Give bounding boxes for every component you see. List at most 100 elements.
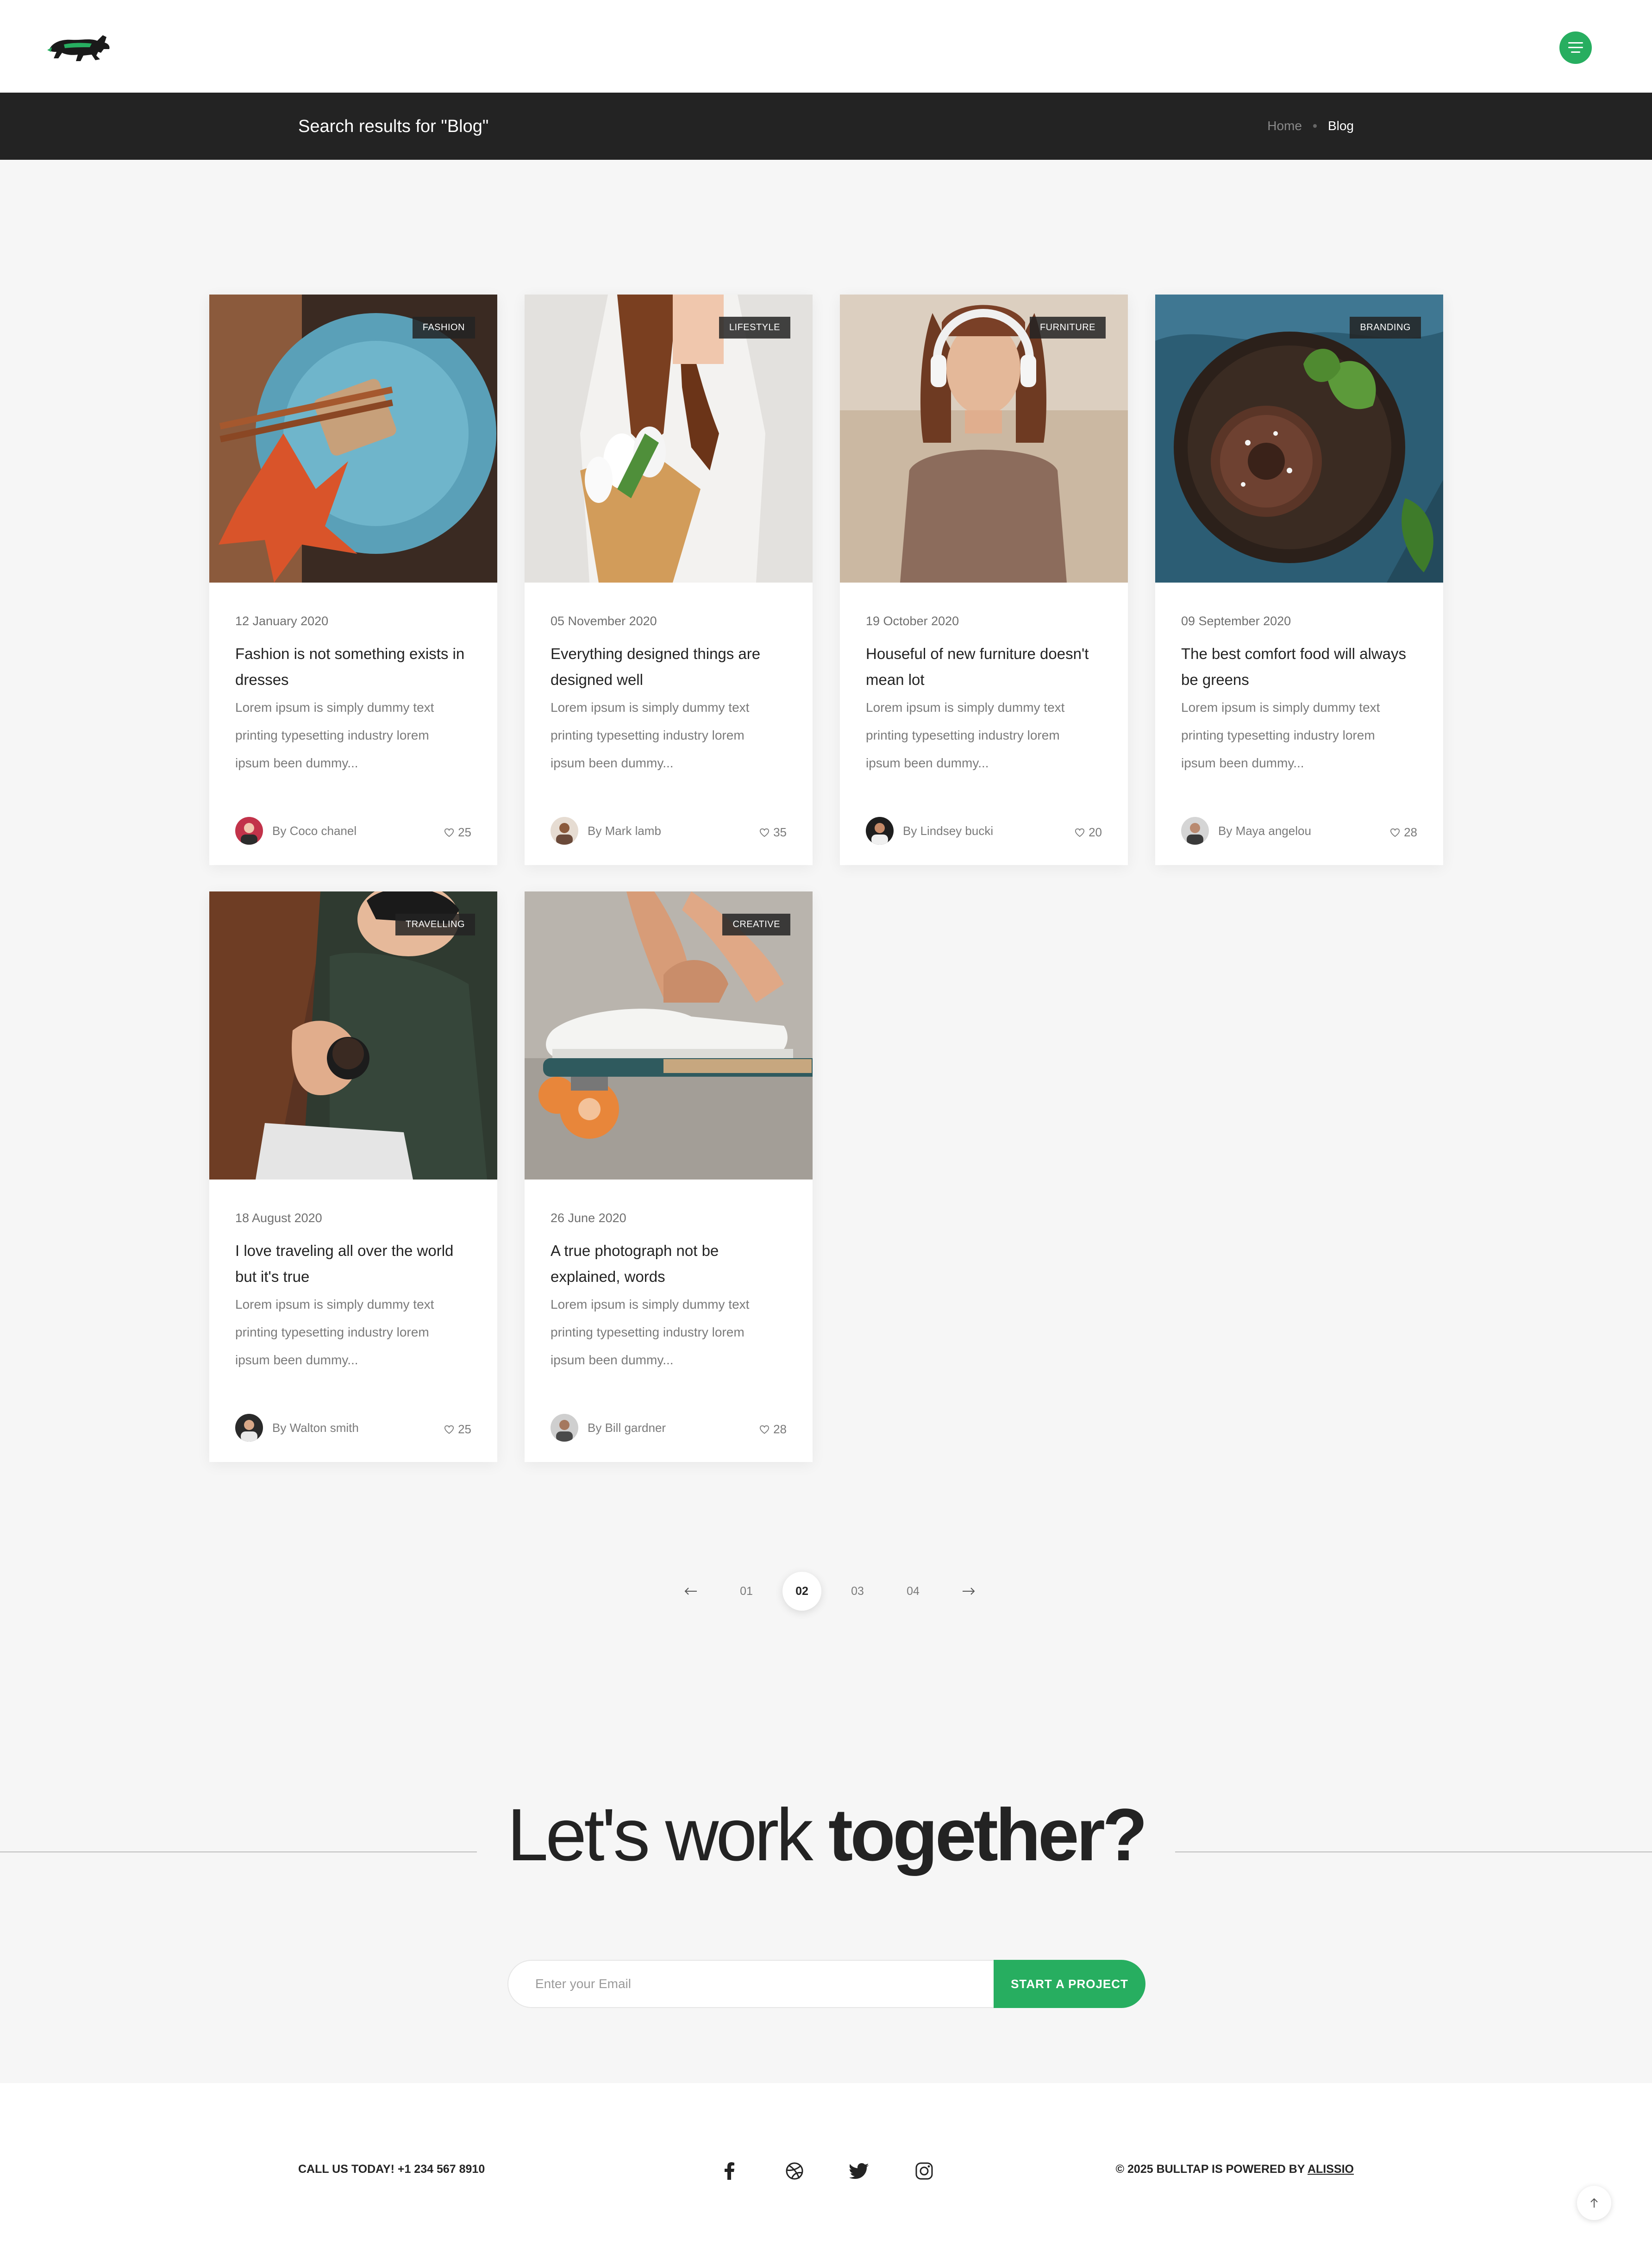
post-author[interactable]: By Maya angelou [1181,817,1311,845]
post-title[interactable]: I love traveling all over the world but … [235,1238,476,1290]
card-image[interactable]: FURNITURE [840,295,1128,583]
post-date: 12 January 2020 [235,614,329,628]
likes-count[interactable]: 25 [444,1422,471,1437]
post-excerpt: Lorem ipsum is simply dummy text printin… [235,700,434,770]
arrow-left-icon [684,1588,697,1595]
likes-value: 25 [458,825,471,839]
start-project-button[interactable]: START A PROJECT [994,1960,1145,2008]
page-button-01[interactable]: 01 [727,1572,766,1611]
post-author[interactable]: By Coco chanel [235,817,357,845]
author-name: By Lindsey bucki [903,823,994,838]
facebook-link[interactable] [716,2157,744,2185]
post-excerpt: Lorem ipsum is simply dummy text printin… [551,700,750,770]
likes-count[interactable]: 25 [444,825,471,840]
post-date: 18 August 2020 [235,1211,322,1225]
post-excerpt: Lorem ipsum is simply dummy text printin… [235,1297,434,1367]
post-author[interactable]: By Mark lamb [551,817,661,845]
breadcrumb-current: Blog [1327,119,1354,133]
heart-icon [1075,828,1085,837]
blog-card[interactable]: LIFESTYLE 05 November 2020 Everything de… [525,295,813,865]
category-tag[interactable]: BRANDING [1350,317,1421,339]
heart-icon [444,828,454,837]
post-title[interactable]: Fashion is not something exists in dress… [235,641,476,693]
post-title[interactable]: The best comfort food will always be gre… [1181,641,1422,693]
arrow-up-icon [1590,2198,1598,2208]
post-title[interactable]: Everything designed things are designed … [551,641,791,693]
blog-card[interactable]: CREATIVE 26 June 2020 A true photograph … [525,891,813,1462]
avatar [235,1414,263,1442]
card-image[interactable]: CREATIVE [525,891,813,1180]
social-links [716,2157,975,2185]
email-input[interactable] [507,1960,994,2008]
blog-card[interactable]: BRANDING 09 September 2020 The best comf… [1155,295,1443,865]
heart-icon [1390,828,1400,837]
arrow-right-icon [963,1588,975,1595]
menu-button[interactable] [1559,31,1592,64]
scroll-to-top-button[interactable] [1577,2186,1611,2220]
facebook-icon [725,2162,734,2180]
avatar [866,817,894,845]
copyright-text: © 2025 BULLTAP IS POWERED BY [1115,2163,1308,2176]
page-title-bar: Search results for "Blog" Home Blog [0,93,1652,160]
twitter-link[interactable] [845,2157,873,2185]
likes-value: 28 [1404,825,1417,839]
post-author[interactable]: By Walton smith [235,1414,359,1442]
category-tag[interactable]: LIFESTYLE [719,317,790,339]
post-title[interactable]: Houseful of new furniture doesn't mean l… [866,641,1107,693]
category-tag[interactable]: TRAVELLING [395,914,475,935]
hamburger-icon [1568,42,1583,53]
pagination: 01 02 03 04 [671,1572,1005,1611]
likes-value: 28 [773,1422,787,1436]
next-page-button[interactable] [949,1572,988,1611]
dribbble-icon [786,2162,803,2180]
likes-count[interactable]: 28 [1390,825,1417,840]
page-button-03[interactable]: 03 [838,1572,877,1611]
logo[interactable] [45,29,113,65]
page-button-02-active[interactable]: 02 [782,1572,821,1611]
likes-count[interactable]: 28 [759,1422,787,1437]
likes-count[interactable]: 20 [1075,825,1102,840]
post-title[interactable]: A true photograph not be explained, word… [551,1238,791,1290]
heart-icon [760,828,770,837]
prev-page-button[interactable] [671,1572,710,1611]
site-footer: CALL US TODAY! +1 234 567 8910 © 2025 BU… [0,2083,1652,2259]
card-image[interactable]: TRAVELLING [209,891,497,1180]
breadcrumb-home-link[interactable]: Home [1267,119,1302,133]
author-name: By Bill gardner [588,1420,666,1435]
heart-icon [760,1425,770,1434]
likes-value: 20 [1089,825,1102,839]
page-title: Search results for "Blog" [298,117,489,136]
card-image[interactable]: LIFESTYLE [525,295,813,583]
post-date: 26 June 2020 [551,1211,626,1225]
post-excerpt: Lorem ipsum is simply dummy text printin… [1181,700,1380,770]
dribbble-link[interactable] [781,2157,808,2185]
card-image[interactable]: BRANDING [1155,295,1443,583]
breadcrumb-separator [1313,124,1317,128]
cta-form: START A PROJECT [507,1960,1145,2008]
alissio-link[interactable]: ALISSIO [1308,2163,1354,2176]
avatar [551,817,578,845]
blog-card[interactable]: FURNITURE 19 October 2020 Houseful of ne… [840,295,1128,865]
post-author[interactable]: By Bill gardner [551,1414,666,1442]
blog-card[interactable]: TRAVELLING 18 August 2020 I love traveli… [209,891,497,1462]
site-header [0,0,1652,93]
author-name: By Coco chanel [272,823,357,838]
category-tag[interactable]: FURNITURE [1029,317,1106,339]
blog-card[interactable]: FASHION 12 January 2020 Fashion is not s… [209,295,497,865]
instagram-link[interactable] [910,2157,938,2185]
likes-count[interactable]: 35 [759,825,787,840]
author-name: By Walton smith [272,1420,359,1435]
category-tag[interactable]: CREATIVE [722,914,790,935]
cta-heading: Let's work together? [0,1792,1652,1877]
author-name: By Mark lamb [588,823,661,838]
post-author[interactable]: By Lindsey bucki [866,817,993,845]
twitter-icon [850,2163,869,2179]
cta-heading-bold: together? [828,1793,1148,1876]
post-date: 05 November 2020 [551,614,657,628]
footer-copyright: © 2025 BULLTAP IS POWERED BY ALISSIO [1116,2163,1354,2176]
footer-call-text: CALL US TODAY! +1 234 567 8910 [298,2163,485,2176]
card-image[interactable]: FASHION [209,295,497,583]
category-tag[interactable]: FASHION [412,317,475,339]
likes-value: 35 [773,825,787,839]
page-button-04[interactable]: 04 [894,1572,932,1611]
